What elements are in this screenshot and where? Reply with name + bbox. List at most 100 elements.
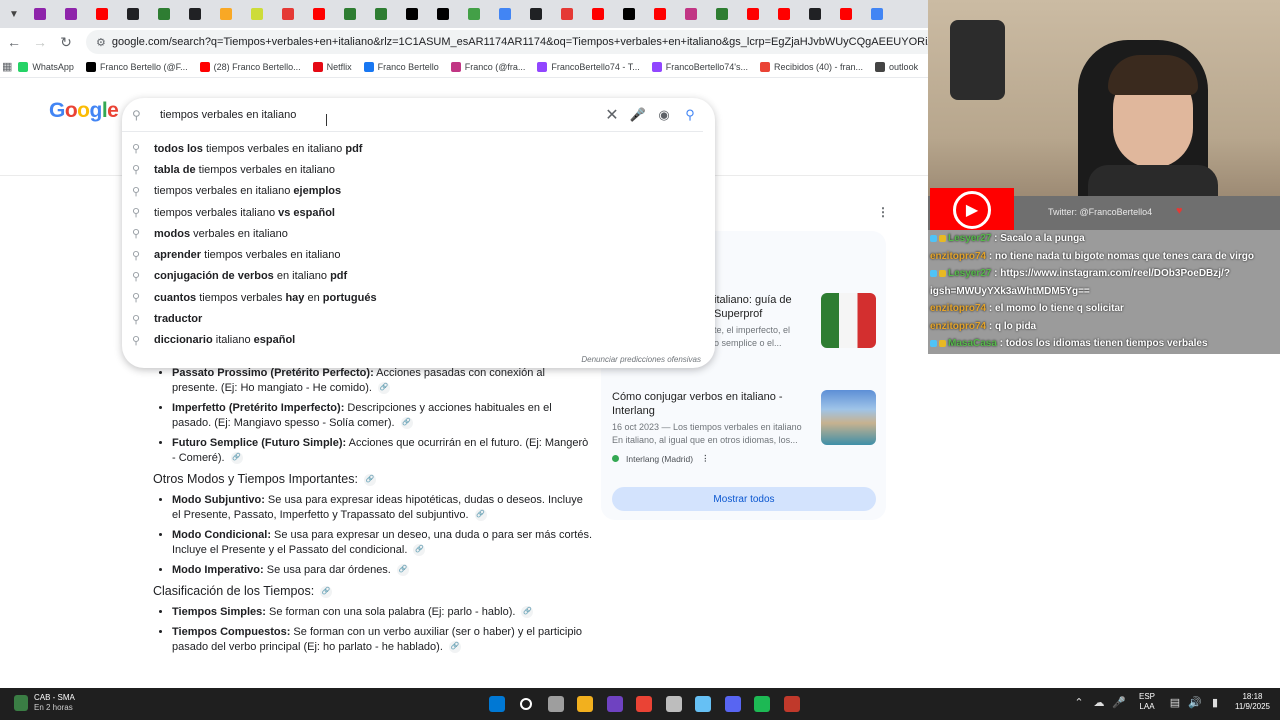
camera-lens-icon[interactable]: ◉ <box>651 104 677 126</box>
bookmark-item[interactable]: Franco Bertello <box>363 61 439 72</box>
address-bar[interactable]: ⚙ google.com/search?q=Tiempos+verbales+e… <box>86 30 928 54</box>
wifi-icon[interactable]: ▤ <box>1165 696 1185 709</box>
show-all-button[interactable]: Mostrar todos <box>612 487 876 511</box>
suggestion-item[interactable]: ⚲ tiempos verbales en italiano ejemplos <box>122 181 715 202</box>
bookmark-item[interactable]: outlook <box>875 61 918 72</box>
forward-arrow-icon[interactable]: → <box>28 30 52 54</box>
source-card[interactable]: Cómo conjugar verbos en italiano - Inter… <box>612 390 812 464</box>
tab[interactable] <box>24 0 55 28</box>
google-logo[interactable]: Google <box>49 99 119 123</box>
suggestion-item[interactable]: ⚲ tiempos verbales italiano vs español <box>122 202 715 223</box>
link-icon[interactable]: 🔗 <box>320 585 333 598</box>
source-card[interactable]: italiano: guía de Superprof te, el imper… <box>714 293 814 350</box>
link-icon[interactable]: 🔗 <box>363 473 376 486</box>
suggestion-item[interactable]: ⚲ conjugación de verbos en italiano pdf <box>122 266 715 287</box>
suggestion-item[interactable]: ⚲ modos verbales en italiano <box>122 223 715 244</box>
suggestion-item[interactable]: ⚲ cuantos tiempos verbales hay en portugu… <box>122 287 715 308</box>
link-icon[interactable]: 🔗 <box>521 606 534 619</box>
tab[interactable] <box>427 0 458 28</box>
source-site[interactable]: Interlang (Madrid) ⋮ <box>612 453 812 464</box>
source-title[interactable]: Cómo conjugar verbos en italiano - Inter… <box>612 390 812 418</box>
tab[interactable] <box>86 0 117 28</box>
tab[interactable] <box>675 0 706 28</box>
taskbar-app[interactable] <box>777 692 807 716</box>
tab-search-chevron-icon[interactable]: ▼ <box>4 4 24 24</box>
clock[interactable]: 18:18 11/9/2025 <box>1235 692 1270 712</box>
bookmark-item[interactable]: Netflix <box>312 61 352 72</box>
clear-search-icon[interactable]: ✕ <box>599 104 625 126</box>
taskbar-app[interactable] <box>512 692 542 716</box>
volume-icon[interactable]: 🔊 <box>1185 696 1205 709</box>
tab[interactable] <box>737 0 768 28</box>
tab[interactable] <box>613 0 644 28</box>
suggestion-item[interactable]: ⚲ tabla de tiempos verbales en italiano <box>122 159 715 180</box>
taskbar-app[interactable] <box>482 692 512 716</box>
link-icon[interactable]: 🔗 <box>230 452 243 465</box>
link-icon[interactable]: 🔗 <box>400 417 413 430</box>
suggestion-item[interactable]: ⚲ todos los tiempos verbales en italiano … <box>122 138 715 159</box>
taskbar-app[interactable] <box>541 692 571 716</box>
microphone-icon[interactable]: 🎤 <box>1109 696 1129 709</box>
taskbar-app[interactable] <box>748 692 778 716</box>
weather-widget[interactable]: CAB - SMA En 2 horas <box>14 693 75 713</box>
tab[interactable] <box>117 0 148 28</box>
tab[interactable] <box>365 0 396 28</box>
back-arrow-icon[interactable]: ← <box>2 30 26 54</box>
taskbar-app[interactable] <box>689 692 719 716</box>
bookmark-item[interactable]: Franco (@fra... <box>450 61 525 72</box>
source-title[interactable]: italiano: guía de Superprof <box>714 293 814 321</box>
more-options-icon[interactable]: ⋮ <box>877 205 889 219</box>
tab[interactable] <box>334 0 365 28</box>
tab[interactable] <box>396 0 427 28</box>
bookmark-item[interactable]: (28) Franco Bertello... <box>199 61 301 72</box>
link-icon[interactable]: 🔗 <box>474 509 487 522</box>
tab[interactable] <box>706 0 737 28</box>
battery-icon[interactable]: ▮ <box>1205 696 1225 709</box>
tab[interactable] <box>55 0 86 28</box>
tab[interactable] <box>644 0 675 28</box>
bookmark-item[interactable]: FrancoBertello74 - T... <box>537 61 640 72</box>
link-icon[interactable]: 🔗 <box>396 564 409 577</box>
tab[interactable] <box>551 0 582 28</box>
taskbar-app[interactable] <box>600 692 630 716</box>
reload-icon[interactable]: ↻ <box>54 30 78 54</box>
taskbar-app[interactable] <box>630 692 660 716</box>
bookmark-item[interactable]: WhatsApp <box>18 61 74 72</box>
taskbar-app[interactable] <box>659 692 689 716</box>
tab[interactable] <box>861 0 892 28</box>
taskbar-app[interactable] <box>718 692 748 716</box>
search-submit-icon[interactable]: ⚲ <box>677 104 703 126</box>
site-info-icon[interactable]: ⚙ <box>96 36 106 49</box>
tab[interactable] <box>799 0 830 28</box>
tab[interactable] <box>458 0 489 28</box>
suggestion-item[interactable]: ⚲ diccionario italiano español <box>122 330 715 351</box>
microphone-icon[interactable]: 🎤 <box>625 104 651 126</box>
tab[interactable] <box>241 0 272 28</box>
bookmark-item[interactable]: Recibidos (40) - fran... <box>760 61 863 72</box>
suggestion-item[interactable]: ⚲ aprender tiempos verbales en italiano <box>122 244 715 265</box>
search-input[interactable] <box>160 108 460 121</box>
link-icon[interactable]: 🔗 <box>377 382 390 395</box>
tab[interactable] <box>520 0 551 28</box>
tab[interactable] <box>489 0 520 28</box>
link-icon[interactable]: 🔗 <box>448 641 461 654</box>
link-icon[interactable]: 🔗 <box>413 544 426 557</box>
tab[interactable] <box>768 0 799 28</box>
chevron-up-icon[interactable]: ⌃ <box>1069 696 1089 709</box>
taskbar-app[interactable] <box>571 692 601 716</box>
network-app-icon[interactable]: ☁ <box>1089 696 1109 709</box>
suggestion-item[interactable]: ⚲ traductor <box>122 308 715 329</box>
bookmark-item[interactable]: Franco Bertello (@F... <box>85 61 188 72</box>
bookmark-item[interactable]: FrancoBertello74's... <box>651 61 748 72</box>
tab[interactable] <box>830 0 861 28</box>
more-options-icon[interactable]: ⋮ <box>701 453 710 464</box>
tab[interactable] <box>179 0 210 28</box>
address-url[interactable]: google.com/search?q=Tiempos+verbales+en+… <box>112 36 928 48</box>
tab[interactable] <box>303 0 334 28</box>
apps-grid-icon[interactable]: ▦ <box>2 56 12 77</box>
tab[interactable] <box>272 0 303 28</box>
language-indicator[interactable]: ESP LAA <box>1139 692 1155 712</box>
tab[interactable] <box>210 0 241 28</box>
report-predictions-link[interactable]: Denunciar predicciones ofensivas <box>581 355 701 364</box>
italy-flag-thumbnail[interactable] <box>821 293 876 348</box>
